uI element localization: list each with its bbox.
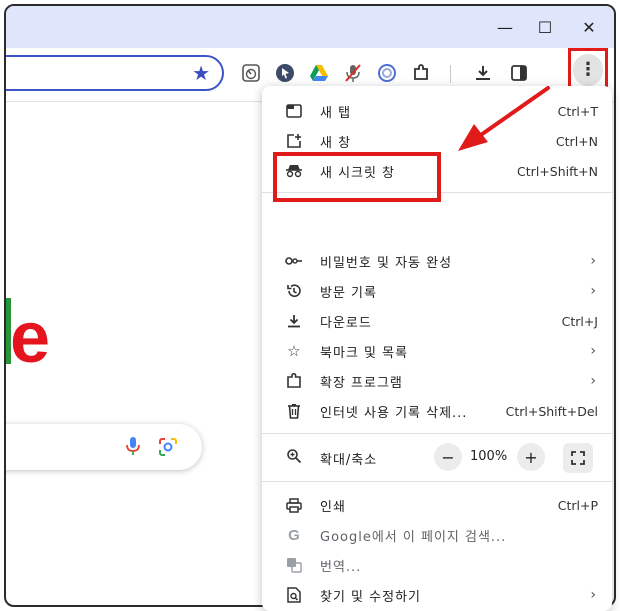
- red-pointer-arrow: [458, 86, 550, 151]
